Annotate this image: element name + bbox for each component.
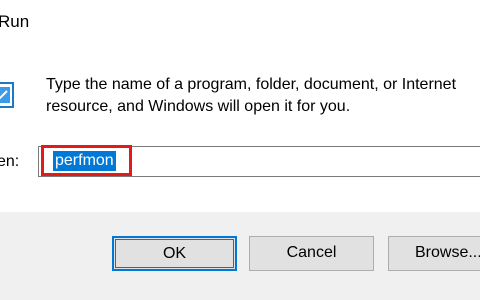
run-app-icon [0,82,14,108]
window-title: Run [0,12,30,31]
browse-button-label: Browse... [415,244,480,261]
ok-button[interactable]: OK [112,236,237,271]
ok-button-focus-ring [115,239,234,268]
cancel-button[interactable]: Cancel [249,236,374,271]
run-instructions: Type the name of a program, folder, docu… [46,74,480,118]
cancel-button-label: Cancel [286,244,337,261]
instructions-line-2: resource, and Windows will open it for y… [46,98,351,115]
browse-button[interactable]: Browse... [388,236,480,271]
run-dialog: Run Type the name of a program, folder, … [0,0,480,300]
open-label: en: [0,153,20,170]
title-bar[interactable]: Run [0,0,480,44]
open-input[interactable]: perfmon [38,146,480,177]
open-input-value: perfmon [53,151,116,171]
instructions-line-1: Type the name of a program, folder, docu… [46,76,457,93]
